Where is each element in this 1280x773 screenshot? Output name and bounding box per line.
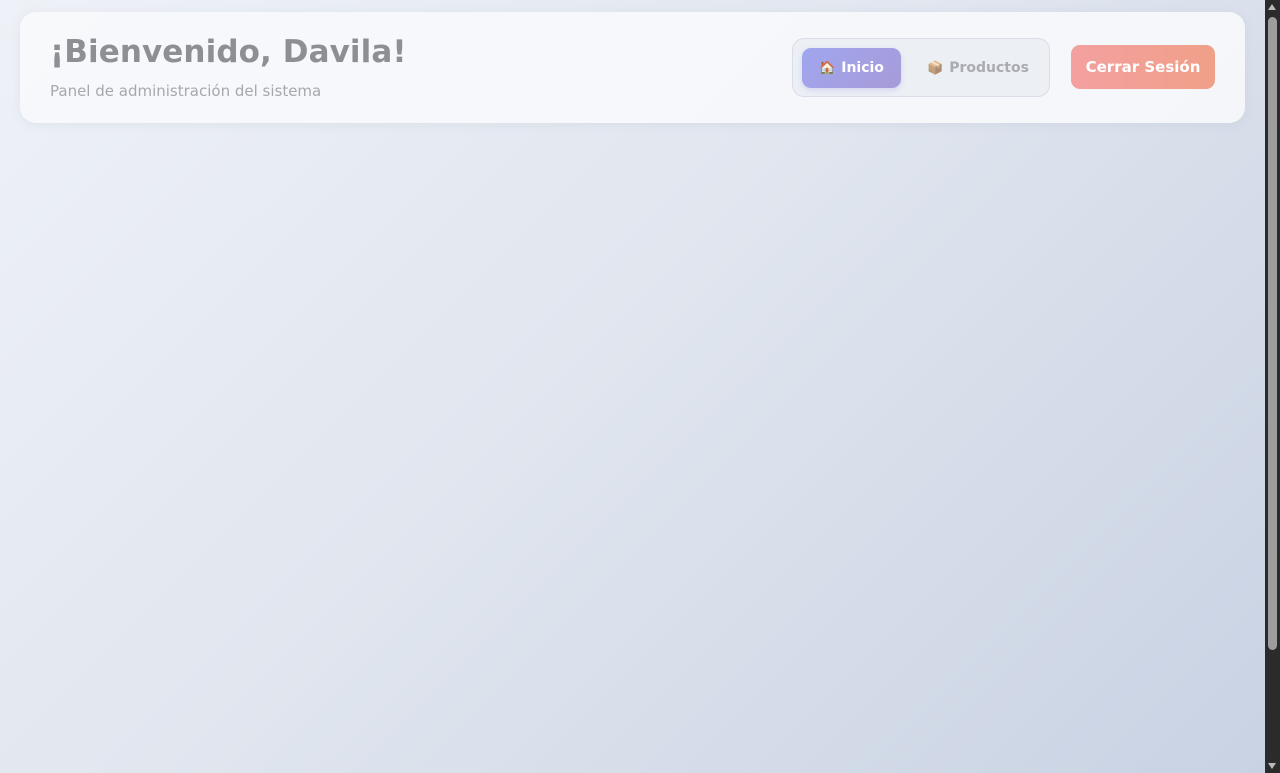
- welcome-title: ¡Bienvenido, Davila!: [50, 34, 407, 70]
- package-icon: 📦: [927, 60, 944, 76]
- nav-tab-inicio[interactable]: 🏠 Inicio: [802, 48, 901, 88]
- vertical-scrollbar[interactable]: [1265, 0, 1280, 773]
- page-subtitle: Panel de administración del sistema: [50, 82, 322, 100]
- header-card: ¡Bienvenido, Davila! Panel de administra…: [20, 12, 1245, 123]
- scroll-up-icon[interactable]: [1268, 4, 1276, 10]
- logout-button[interactable]: Cerrar Sesión: [1071, 45, 1215, 89]
- home-icon: 🏠: [819, 60, 836, 76]
- scroll-down-icon[interactable]: [1268, 763, 1276, 769]
- page: ¡Bienvenido, Davila! Panel de administra…: [0, 0, 1265, 773]
- nav-tab-productos-label: Productos: [949, 60, 1029, 76]
- nav-tab-inicio-label: Inicio: [841, 60, 884, 76]
- nav-tab-productos[interactable]: 📦 Productos: [923, 48, 1033, 88]
- nav-tabs: 🏠 Inicio 📦 Productos: [792, 38, 1050, 97]
- scroll-thumb[interactable]: [1268, 17, 1277, 650]
